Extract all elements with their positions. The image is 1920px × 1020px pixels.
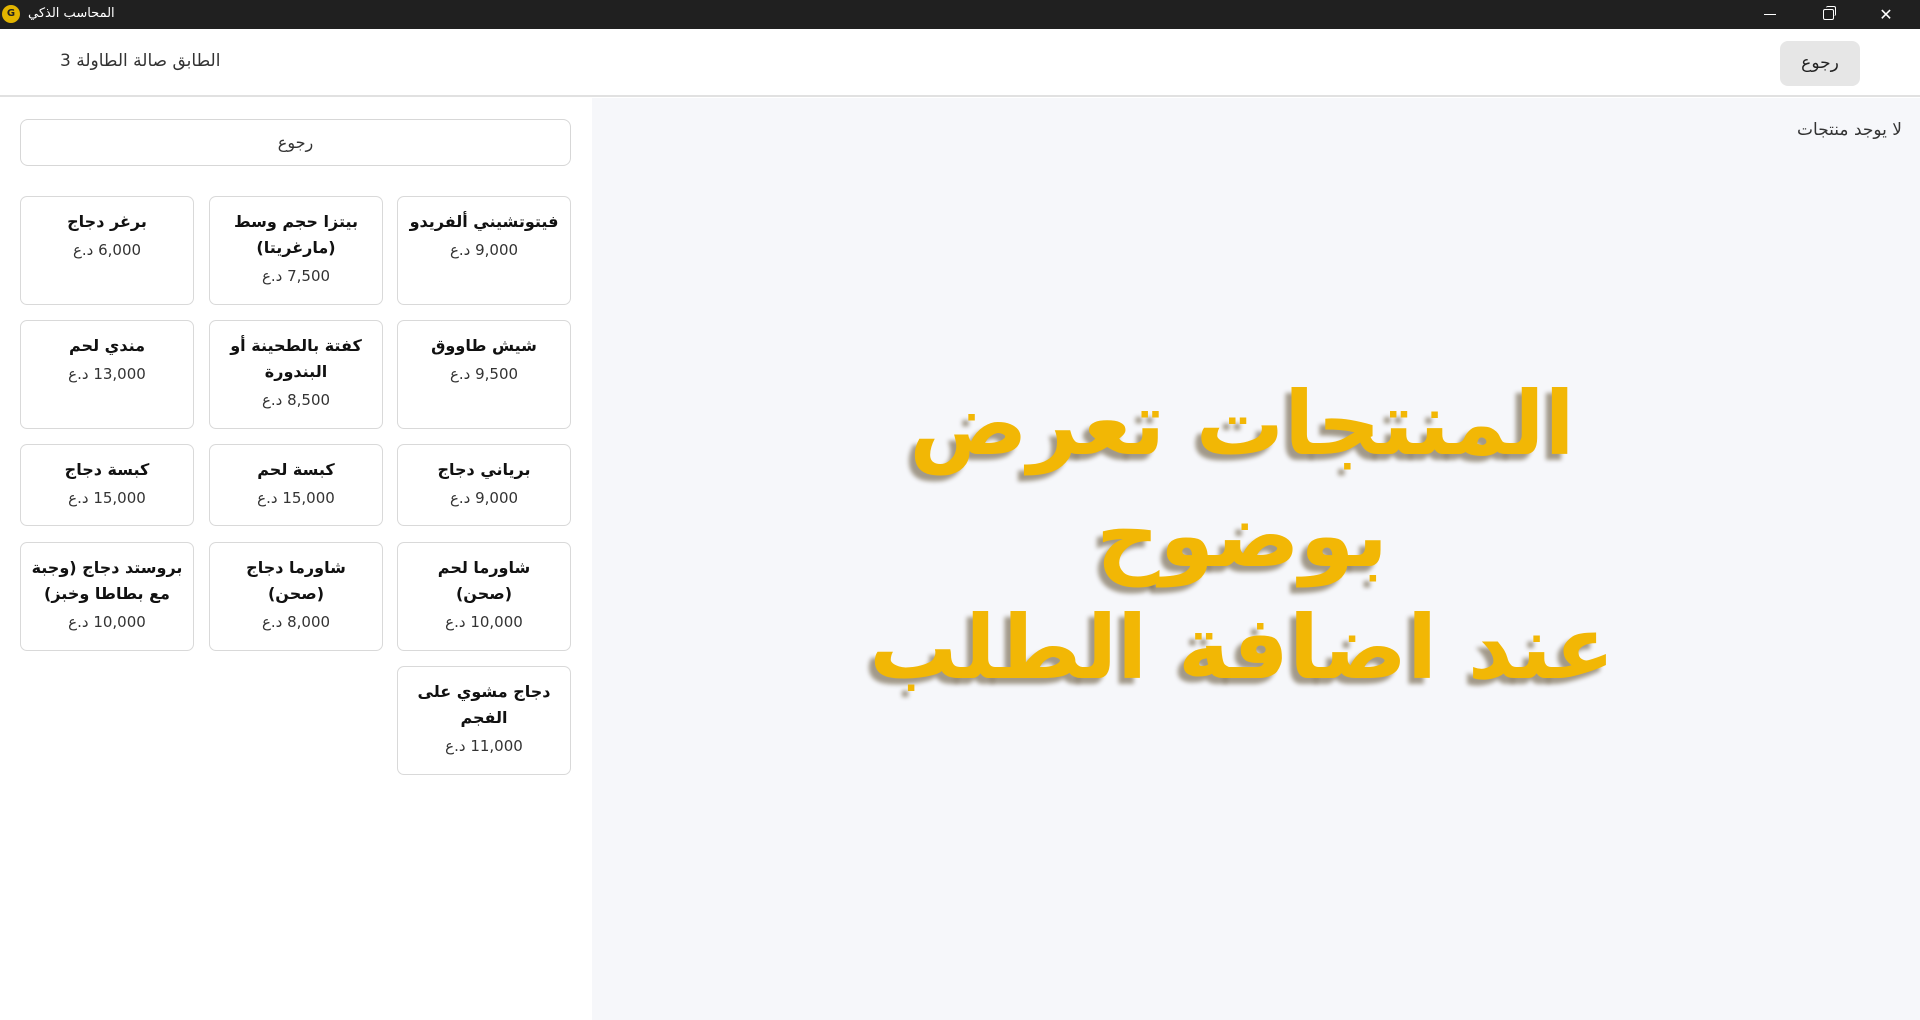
category-back-button[interactable]: رجوع — [20, 119, 571, 166]
product-card[interactable]: مندي لحم 13,000 د.ع — [20, 320, 194, 429]
product-name: مندي لحم — [69, 336, 145, 355]
product-price: 9,500 د.ع — [449, 365, 519, 383]
product-name: بيتزا حجم وسط (مارغريتا) — [233, 212, 359, 257]
product-card[interactable]: شيش طاووق 9,500 د.ع — [397, 320, 571, 429]
promo-line-2: عند اضافة الطلب — [869, 596, 1615, 699]
product-price: 8,000 د.ع — [261, 613, 331, 631]
restore-icon — [1822, 5, 1836, 20]
product-name: دجاج مشوي على الفجم — [417, 682, 551, 727]
window-titlebar: G المحاسب الذكي ✕ — [0, 0, 1920, 29]
product-name: كبسة دجاج — [64, 460, 150, 479]
product-card[interactable]: بيتزا حجم وسط (مارغريتا) 7,500 د.ع — [209, 196, 383, 305]
product-card[interactable]: برغر دجاج 6,000 د.ع — [20, 196, 194, 305]
product-price: 9,000 د.ع — [449, 241, 519, 259]
product-price: 6,000 د.ع — [72, 241, 142, 259]
product-card[interactable]: كبسة دجاج 15,000 د.ع — [20, 444, 194, 526]
product-price: 13,000 د.ع — [68, 365, 146, 383]
empty-order-message: لا يوجد منتجات — [1797, 120, 1902, 140]
product-card[interactable]: بروستد دجاج (وجبة مع بطاطا وخبز) 10,000 … — [20, 542, 194, 651]
product-name: بروستد دجاج (وجبة مع بطاطا وخبز) — [31, 558, 183, 603]
close-icon: ✕ — [1879, 5, 1893, 24]
product-card[interactable]: كبسة لحم 15,000 د.ع — [209, 444, 383, 526]
product-card[interactable]: برياني دجاج 9,000 د.ع — [397, 444, 571, 526]
product-price: 7,500 د.ع — [261, 267, 331, 285]
promo-overlay-text: المنتجات تعرض بوضوح عند اضافة الطلب — [842, 368, 1642, 704]
app-logo-icon: G — [2, 5, 20, 23]
promo-line-1: المنتجات تعرض بوضوح — [909, 372, 1575, 587]
product-price: 15,000 د.ع — [257, 489, 335, 507]
restore-button[interactable] — [1799, 0, 1857, 29]
product-card[interactable]: شاورما دجاج (صحن) 8,000 د.ع — [209, 542, 383, 651]
product-price: 15,000 د.ع — [68, 489, 146, 507]
back-button[interactable]: رجوع — [1780, 41, 1860, 86]
table-title: الطابق صالة الطاولة 3 — [60, 51, 221, 71]
product-price: 9,000 د.ع — [449, 489, 519, 507]
product-name: كبسة لحم — [257, 460, 335, 479]
page-header: الطابق صالة الطاولة 3 رجوع — [0, 29, 1920, 97]
product-price: 10,000 د.ع — [68, 613, 146, 631]
product-name: برياني دجاج — [437, 460, 531, 479]
minimize-button[interactable] — [1741, 0, 1799, 29]
product-price: 8,500 د.ع — [261, 391, 331, 409]
product-name: برغر دجاج — [67, 212, 147, 231]
product-price: 11,000 د.ع — [445, 737, 523, 755]
products-panel: رجوع فيتوتشيني ألفريدو 9,000 د.ع بيتزا ح… — [0, 98, 592, 1020]
product-price: 10,000 د.ع — [445, 613, 523, 631]
product-name: شيش طاووق — [431, 336, 537, 355]
order-panel: لا يوجد منتجات المنتجات تعرض بوضوح عند ا… — [592, 98, 1920, 1020]
product-card[interactable]: شاورما لحم (صحن) 10,000 د.ع — [397, 542, 571, 651]
product-name: شاورما دجاج (صحن) — [246, 558, 346, 603]
product-name: شاورما لحم (صحن) — [437, 558, 531, 603]
minimize-icon — [1764, 13, 1776, 15]
product-name: كفتة بالطحينة أو البندورة — [230, 336, 362, 381]
app-title: المحاسب الذكي — [28, 6, 115, 21]
product-name: فيتوتشيني ألفريدو — [409, 212, 559, 231]
close-button[interactable]: ✕ — [1857, 0, 1915, 29]
product-card[interactable]: فيتوتشيني ألفريدو 9,000 د.ع — [397, 196, 571, 305]
product-card[interactable]: كفتة بالطحينة أو البندورة 8,500 د.ع — [209, 320, 383, 429]
product-card[interactable]: دجاج مشوي على الفجم 11,000 د.ع — [397, 666, 571, 775]
